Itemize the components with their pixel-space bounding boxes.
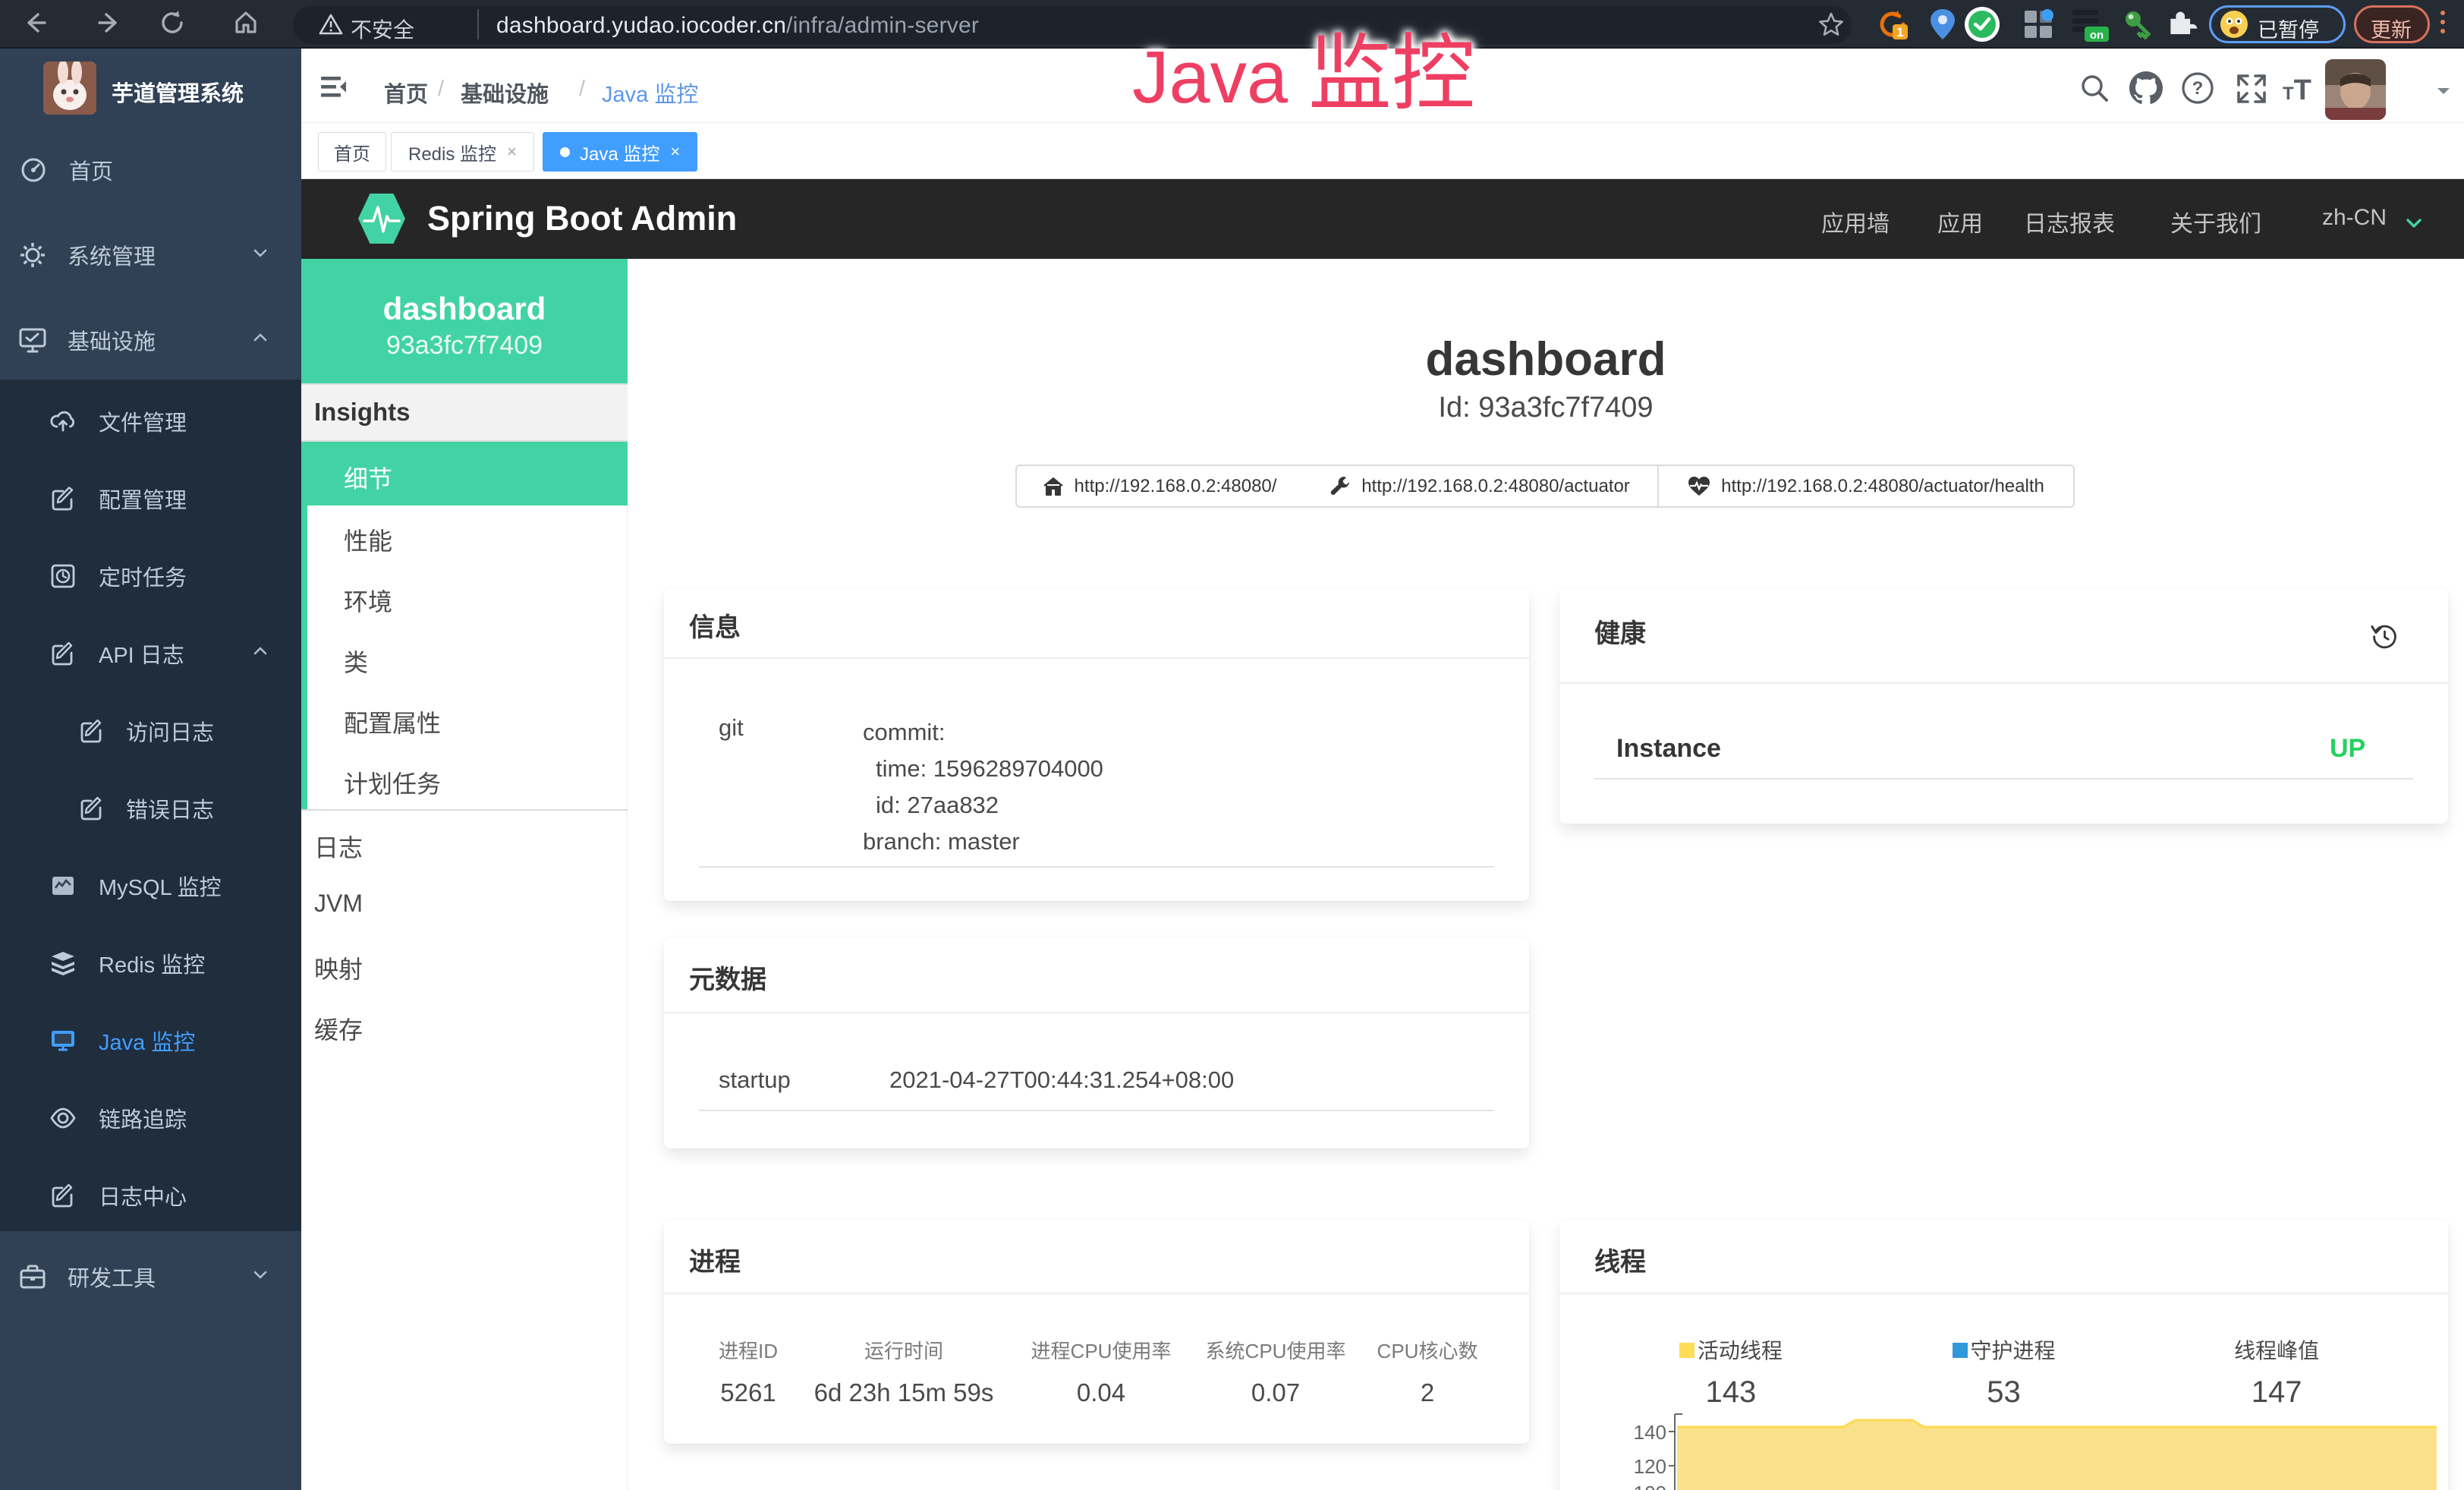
svg-text:?: ?	[2192, 78, 2204, 99]
svg-text:1: 1	[1896, 25, 1903, 39]
svg-text:on: on	[2090, 29, 2104, 42]
